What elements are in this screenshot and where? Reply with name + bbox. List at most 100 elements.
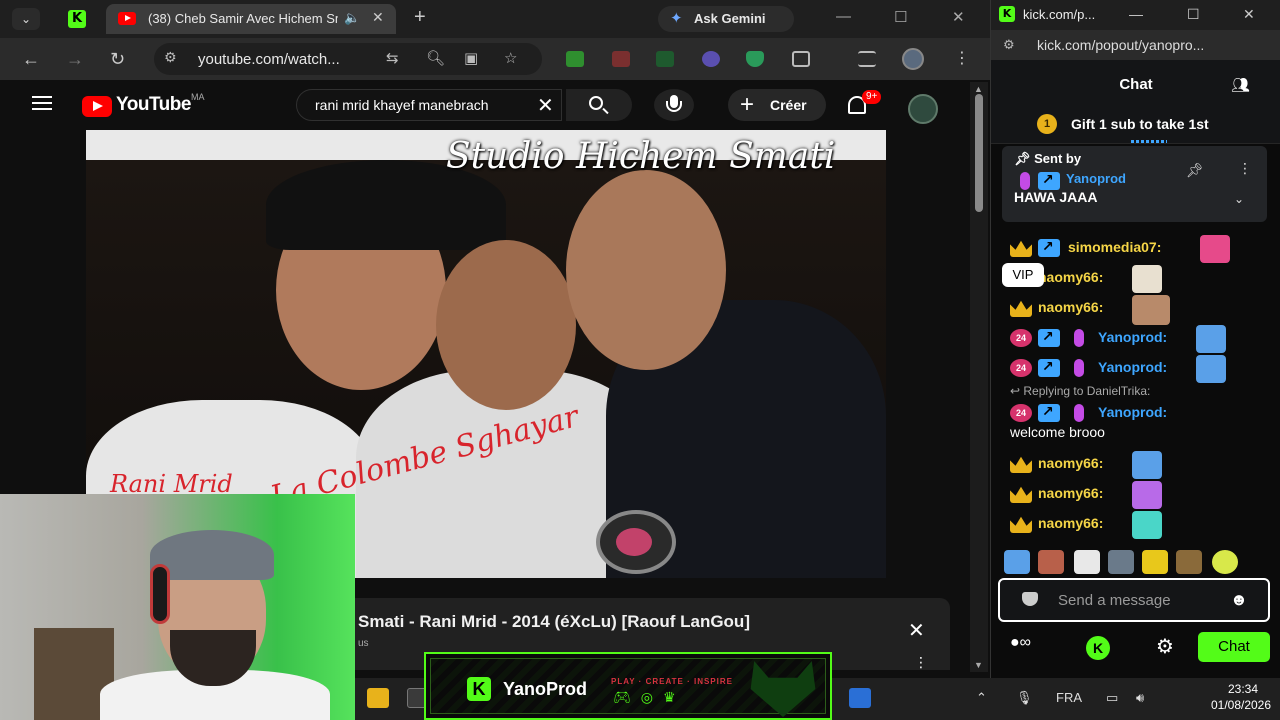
site-settings-icon[interactable]: ⚙ — [164, 49, 177, 66]
emote-button[interactable] — [1142, 550, 1168, 574]
media-control-icon[interactable] — [858, 51, 876, 67]
chat-username[interactable]: naomy66: — [1038, 515, 1103, 531]
emote-button[interactable] — [1108, 550, 1134, 574]
chat-message-input[interactable]: Send a message ☻ — [998, 578, 1270, 622]
reply-indicator[interactable]: ↩ Replying to DanielTrika: — [1010, 384, 1150, 398]
tab-close-icon[interactable]: ✕ — [372, 9, 384, 26]
kick-coin-icon[interactable]: K — [1086, 636, 1110, 660]
scroll-down-icon[interactable]: ▼ — [974, 660, 983, 670]
chat-settings-icon[interactable]: ⚙ — [1156, 634, 1174, 659]
tab-search-button[interactable]: ⌄ — [12, 8, 40, 30]
tab-youtube[interactable]: (38) Cheb Samir Avec Hichem Smati 🔈 ✕ — [106, 4, 396, 34]
banner-name: YanoProd — [503, 679, 588, 699]
emote-button[interactable] — [1212, 550, 1238, 574]
video-overlay-title: Studio Hichem Smati — [446, 136, 836, 177]
maximize-icon[interactable]: ☐ — [894, 8, 907, 26]
window-close-icon[interactable]: ✕ — [952, 8, 965, 26]
clear-search-icon[interactable]: ✕ — [537, 93, 554, 118]
pin-icon[interactable]: 📌︎ — [1186, 162, 1204, 179]
bookmark-star-icon[interactable]: ☆ — [504, 49, 517, 67]
reload-icon[interactable]: ↻ — [110, 48, 125, 70]
desktop-screen: ⌄ K (38) Cheb Samir Avec Hichem Smati 🔈 … — [0, 0, 1280, 720]
pinned-message[interactable]: 📌︎ Sent by Yanoprod HAWA JAAA 📌︎ ⋮ ⌄ — [1002, 146, 1267, 222]
youtube-logo-icon[interactable] — [82, 96, 112, 117]
voice-search-button[interactable] — [654, 89, 694, 121]
scroll-up-icon[interactable]: ▲ — [974, 84, 983, 94]
hamburger-menu-icon[interactable] — [32, 96, 52, 110]
install-app-icon[interactable]: ▣ — [464, 49, 478, 67]
points-icon[interactable]: ●∞ — [1010, 634, 1031, 652]
pinned-username[interactable]: Yanoprod — [1022, 171, 1126, 186]
gift-sub-text: Gift 1 sub to take 1st — [1071, 116, 1209, 132]
profile-avatar[interactable] — [902, 48, 924, 70]
back-icon[interactable]: ← — [22, 48, 40, 70]
clock-time[interactable]: 23:34 — [1210, 682, 1276, 696]
youtube-search-input[interactable]: rani mrid khayef manebrach ✕ — [296, 89, 562, 121]
chat-username[interactable]: Yanoprod: — [1098, 359, 1167, 375]
emote-button[interactable] — [1004, 550, 1030, 574]
tray-expand-icon[interactable]: ⌃ — [976, 690, 987, 706]
emote-button[interactable] — [1038, 550, 1064, 574]
banner-panel: K YanoProd PLAY · CREATE · INSPIRE 🎮︎◎♛ — [430, 658, 826, 717]
miniplayer-close-icon[interactable]: ✕ — [908, 618, 925, 643]
translate-icon[interactable]: ⇆ — [386, 49, 399, 67]
emoji-picker-icon[interactable]: ☻ — [1230, 590, 1248, 610]
pinned-more-icon[interactable]: ⋮ — [1238, 160, 1252, 177]
chat-site-settings-icon[interactable]: ⚙ — [1003, 37, 1015, 53]
chat-minimize-icon[interactable]: — — [1129, 6, 1143, 22]
file-explorer-icon[interactable] — [367, 688, 389, 708]
speaker-icon[interactable]: 🔈 — [344, 10, 360, 26]
volume-icon[interactable]: 🔊︎ — [1136, 690, 1144, 706]
send-chat-button[interactable]: Chat — [1198, 632, 1270, 662]
extension-game-icon[interactable] — [702, 51, 720, 67]
emote-button[interactable] — [1074, 550, 1100, 574]
extensions-puzzle-icon[interactable] — [792, 51, 810, 67]
browser-menu-icon[interactable]: ⋮ — [954, 48, 970, 68]
clock-date[interactable]: 01/08/2026 — [1205, 698, 1277, 712]
network-icon[interactable]: ▭ — [1106, 690, 1118, 706]
chevron-down-icon[interactable]: ⌄ — [1234, 192, 1244, 206]
chat-window-title: kick.com/p... — [1023, 7, 1096, 22]
forward-icon[interactable]: → — [66, 48, 84, 70]
chat-users-icon[interactable]: 👥︎ — [1231, 76, 1250, 94]
gift-sub-banner[interactable]: 1 Gift 1 sub to take 1st — [991, 108, 1280, 144]
youtube-masthead: YouTube MA rani mrid khayef manebrach ✕ … — [0, 80, 970, 130]
scrollbar-thumb[interactable] — [975, 94, 983, 212]
create-button[interactable]: + Créer — [728, 89, 826, 121]
miniplayer-more-icon[interactable]: ⋮ — [914, 654, 928, 671]
youtube-logo-text[interactable]: YouTube — [116, 94, 191, 116]
chat-address-bar[interactable]: ⚙ kick.com/popout/yanopro... — [991, 30, 1280, 60]
chat-username[interactable]: Yanoprod: — [1098, 404, 1167, 420]
new-tab-button[interactable]: + — [414, 7, 426, 27]
chat-username[interactable]: naomy66: — [1038, 455, 1103, 471]
extension-terminal-icon[interactable] — [656, 51, 674, 67]
ask-gemini-button[interactable]: ✦ Ask Gemini — [658, 6, 794, 32]
headset-icon — [150, 564, 170, 624]
chat-message: 24 Yanoprod: — [1002, 354, 1274, 383]
taskbar-game-icon[interactable] — [849, 688, 871, 708]
input-language[interactable]: FRA — [1056, 690, 1082, 705]
youtube-account-avatar[interactable] — [908, 94, 938, 124]
miniplayer-title[interactable]: Smati - Rani Mrid - 2014 (éXcLu) [Raouf … — [358, 612, 750, 632]
zoom-icon[interactable]: 🔍︎ — [426, 49, 445, 67]
extension-chart-icon[interactable] — [566, 51, 584, 67]
tab-kick[interactable]: K — [56, 4, 100, 34]
minimize-icon[interactable]: — — [836, 8, 851, 25]
chat-maximize-icon[interactable]: ☐ — [1187, 6, 1200, 23]
chat-username[interactable]: simomedia07: — [1068, 239, 1161, 255]
youtube-search-button[interactable] — [566, 89, 632, 121]
chat-username[interactable]: naomy66: — [1038, 299, 1103, 315]
tray-microphone-icon[interactable]: 🎙︎ — [1016, 690, 1033, 706]
chat-close-icon[interactable]: ✕ — [1243, 6, 1255, 23]
address-bar[interactable]: ⚙ youtube.com/watch... ⇆ 🔍︎ ▣ ☆ — [154, 43, 542, 75]
vip-crown-icon — [1010, 456, 1032, 473]
extension-shield-icon[interactable] — [746, 51, 764, 67]
chat-username[interactable]: Yanoprod: — [1098, 329, 1167, 345]
emote-button[interactable] — [1176, 550, 1202, 574]
chat-username[interactable]: naomy66: — [1038, 269, 1103, 285]
banner-kick-logo-icon: K — [467, 677, 491, 701]
chat-username[interactable]: naomy66: — [1038, 485, 1103, 501]
extension-wave-icon[interactable] — [612, 51, 630, 67]
pinned-sent-by-label: Sent by — [1034, 151, 1082, 166]
page-scrollbar[interactable]: ▲ ▼ — [970, 82, 988, 672]
